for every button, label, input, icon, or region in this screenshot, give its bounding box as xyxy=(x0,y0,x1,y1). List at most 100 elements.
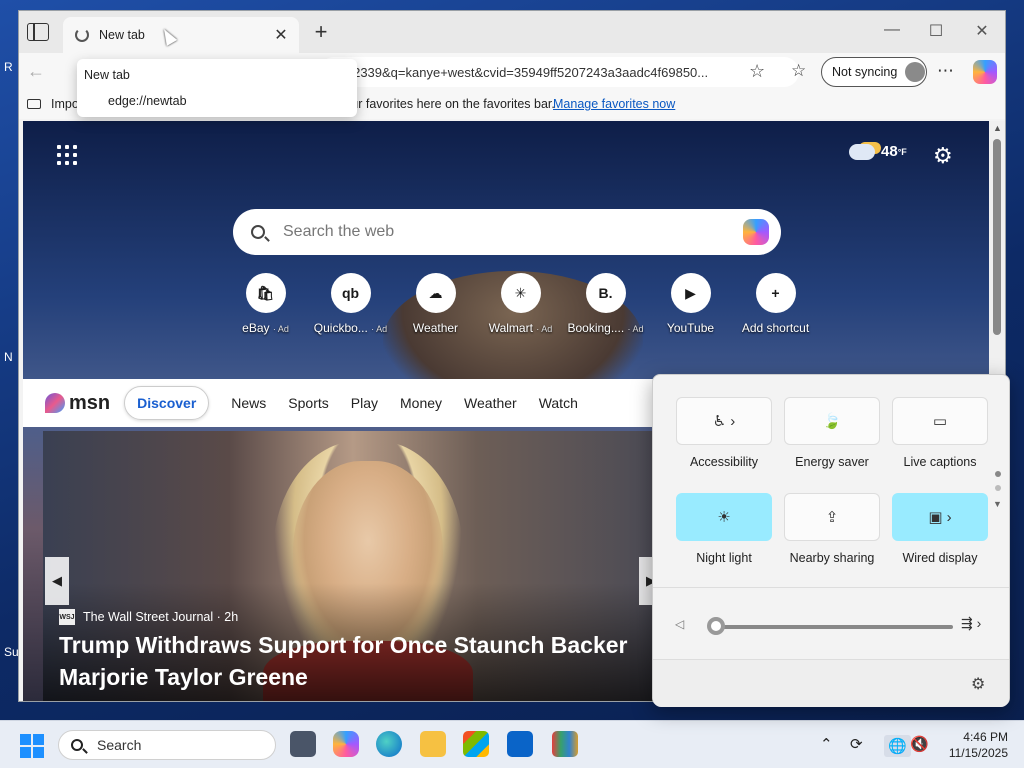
quick-tile-nearby-sharing[interactable]: ⇪ xyxy=(784,493,880,541)
quick-tile-label: Live captions xyxy=(903,455,977,469)
page-settings-gear-icon[interactable]: ⚙ xyxy=(933,143,953,169)
audio-output-icon[interactable]: ⇶ › xyxy=(961,615,981,632)
shortcut-tile[interactable]: ✳ Walmart · Ad xyxy=(478,273,563,335)
favorite-star-icon[interactable]: ☆ xyxy=(749,61,765,82)
volume-muted-icon[interactable]: 🔇 xyxy=(910,735,929,753)
shortcut-tile[interactable]: B. Booking.... · Ad xyxy=(563,273,648,335)
volume-slider[interactable] xyxy=(719,625,953,629)
search-icon xyxy=(251,225,265,239)
quick-tile-energy-saver[interactable]: 🍃 xyxy=(784,397,880,445)
tab-watch[interactable]: Watch xyxy=(539,395,578,411)
weather-icon: ☁ xyxy=(415,273,456,313)
close-window-button[interactable]: ✕ xyxy=(967,21,997,41)
edge-app-icon[interactable] xyxy=(376,731,402,757)
walmart-icon: ✳ xyxy=(500,273,541,313)
shortcut-tile[interactable]: ☁ Weather xyxy=(393,273,478,335)
outlook-icon[interactable] xyxy=(507,731,533,757)
tab-news[interactable]: News xyxy=(231,395,266,411)
captions-icon: ▭ xyxy=(932,413,948,430)
copilot-icon[interactable] xyxy=(973,60,997,84)
hero-news-card[interactable]: ◀ ▶ WSJ The Wall Street Journal · 2h Tru… xyxy=(43,431,663,701)
page-scrollbar[interactable]: ▲ xyxy=(989,121,1005,385)
volume-icon[interactable]: ◁ xyxy=(675,617,684,631)
shortcut-row: 🛍 eBay · Ad qb Quickbo... · Ad ☁ Weather ✳ Wal… xyxy=(223,273,818,335)
pager-dot-icon[interactable] xyxy=(995,485,1001,491)
ad-badge: · Ad xyxy=(272,324,289,334)
shortcut-tile[interactable]: qb Quickbo... · Ad xyxy=(308,273,393,335)
msn-nav-bar: msn Discover News Sports Play Money Weat… xyxy=(23,379,663,427)
leaf-icon: 🍃 xyxy=(822,413,842,430)
search-icon xyxy=(71,739,83,751)
ebay-icon: 🛍 xyxy=(245,273,286,313)
shortcut-label: eBay · Ad xyxy=(242,321,289,335)
more-menu-icon[interactable]: ⋯ xyxy=(937,61,954,81)
web-search-box[interactable]: Search the web xyxy=(233,209,781,255)
shortcut-label-text: Quickbo... xyxy=(313,321,368,335)
weather-unit: °F xyxy=(897,146,907,157)
tab-play[interactable]: Play xyxy=(351,395,378,411)
partly-cloudy-icon xyxy=(849,143,875,160)
ad-badge: · Ad xyxy=(627,324,644,334)
tab-discover[interactable]: Discover xyxy=(124,386,210,420)
maximize-button[interactable]: ☐ xyxy=(921,21,951,41)
msn-logo-text: msn xyxy=(69,391,111,414)
hover-card-title: New tab xyxy=(84,68,130,82)
store-icon[interactable] xyxy=(463,731,489,757)
new-tab-button[interactable]: + xyxy=(309,21,333,43)
shortcut-label: Quickbo... · Ad xyxy=(314,321,387,335)
weather-widget[interactable]: 48 °F xyxy=(849,143,907,160)
address-bar[interactable]: lt=2339&q=kanye+west&cvid=35949ff5207243… xyxy=(319,57,799,87)
hero-headline[interactable]: Trump Withdraws Support for Once Staunch… xyxy=(59,629,659,693)
quick-tile-label: Accessibility xyxy=(689,455,759,469)
network-icon[interactable]: 🌐 xyxy=(884,735,911,757)
update-icon[interactable]: ⟳ xyxy=(850,735,863,753)
divider xyxy=(653,587,1009,588)
shortcut-tile[interactable]: ▶ YouTube xyxy=(648,273,733,335)
chevron-up-icon[interactable]: ⌃ xyxy=(820,735,833,753)
youtube-icon: ▶ xyxy=(670,273,711,313)
pager-dot-icon[interactable] xyxy=(995,471,1001,477)
tab-title: New tab xyxy=(99,28,145,42)
quick-tile-wired-display[interactable]: ▣ › xyxy=(892,493,988,541)
quick-tile-accessibility[interactable]: ♿ › xyxy=(676,397,772,445)
clock[interactable]: 4:46 PM 11/15/2025 xyxy=(940,729,1008,761)
manage-favorites-link[interactable]: Manage favorites now xyxy=(553,97,675,111)
app-icon[interactable] xyxy=(552,731,578,757)
tab-weather[interactable]: Weather xyxy=(464,395,517,411)
profile-sync-button[interactable]: Not syncing xyxy=(821,57,927,87)
source-name: The Wall Street Journal xyxy=(83,610,214,624)
tab-money[interactable]: Money xyxy=(400,395,442,411)
pager-down-icon[interactable]: ▼ xyxy=(993,499,1003,509)
clock-date: 11/15/2025 xyxy=(948,746,1008,760)
shortcut-tile[interactable]: 🛍 eBay · Ad xyxy=(223,273,308,335)
search-placeholder: Search the web xyxy=(283,223,395,240)
back-arrow-icon[interactable]: ← xyxy=(27,61,45,82)
tab-new-tab[interactable]: New tab ✕ xyxy=(63,17,299,53)
scroll-up-icon[interactable]: ▲ xyxy=(993,123,1002,133)
msn-logo[interactable]: msn xyxy=(45,392,110,415)
tab-actions-icon[interactable] xyxy=(27,23,49,41)
taskbar-search[interactable]: Search xyxy=(58,730,276,760)
shortcut-label-text: YouTube xyxy=(666,321,715,335)
quick-tile-live-captions[interactable]: ▭ xyxy=(892,397,988,445)
carousel-prev-button[interactable]: ◀ xyxy=(45,557,69,605)
minimize-button[interactable]: — xyxy=(877,21,907,39)
shortcut-label: Add shortcut xyxy=(742,321,809,335)
file-explorer-icon[interactable] xyxy=(420,731,446,757)
scrollbar-thumb[interactable] xyxy=(993,139,1001,335)
shortcut-label: Weather xyxy=(413,321,458,335)
start-button[interactable] xyxy=(20,734,44,758)
copilot-search-icon[interactable] xyxy=(743,219,769,245)
copilot-app-icon[interactable] xyxy=(333,731,359,757)
shortcut-tile[interactable]: + Add shortcut xyxy=(733,273,818,335)
settings-gear-icon[interactable]: ⚙ xyxy=(971,674,985,694)
favorites-icon[interactable]: ☆ xyxy=(791,61,806,81)
task-view-icon[interactable] xyxy=(290,731,316,757)
volume-slider-knob[interactable] xyxy=(707,617,725,635)
close-tab-icon[interactable]: ✕ xyxy=(271,25,291,45)
tab-sports[interactable]: Sports xyxy=(288,395,328,411)
app-launcher-icon[interactable] xyxy=(57,145,77,165)
tab-hover-card: New tab edge://newtab xyxy=(77,59,357,117)
shortcut-label-text: Booking.... xyxy=(567,321,625,335)
quick-tile-night-light[interactable]: ☀ xyxy=(676,493,772,541)
